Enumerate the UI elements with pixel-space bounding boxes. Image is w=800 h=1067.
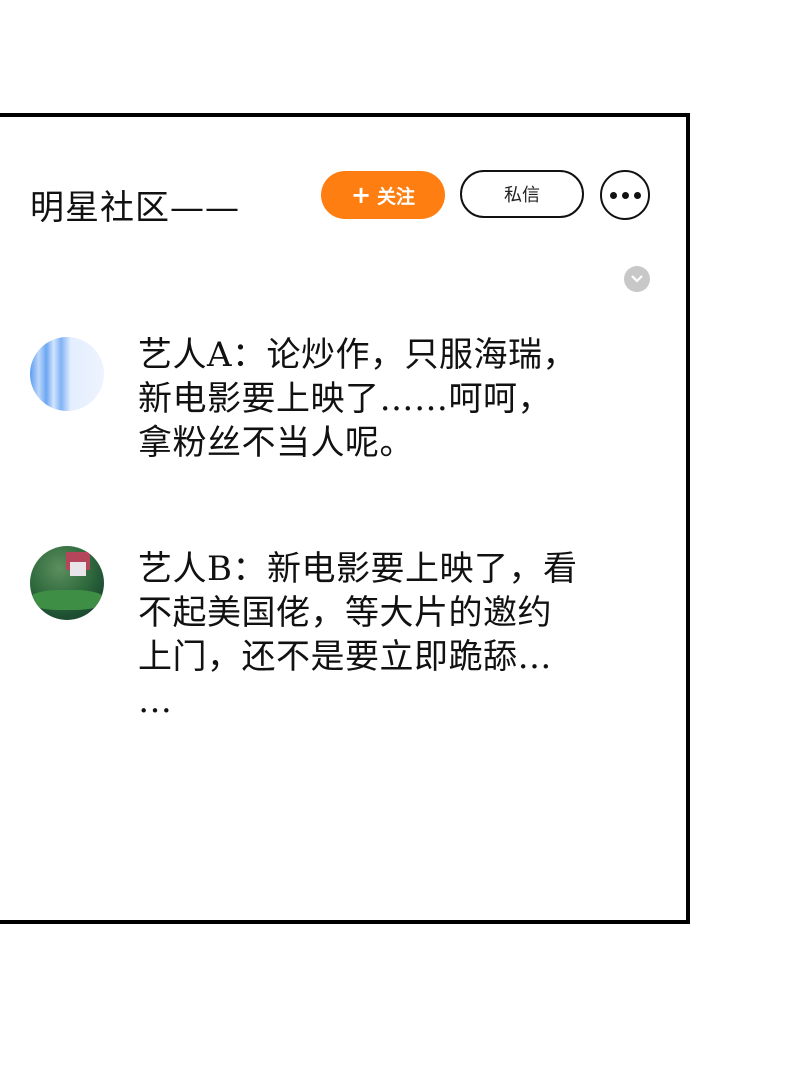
follow-button[interactable]: + 关注 [321,171,445,219]
chevron-down-icon[interactable] [624,266,650,292]
avatar[interactable] [30,546,104,620]
more-dots-icon[interactable] [600,170,650,220]
post-line: 艺人A：论炒作，只服海瑞， [138,335,578,375]
plus-icon: + [350,181,372,209]
message-button[interactable]: 私信 [460,170,584,218]
avatar-wall [70,562,86,576]
dot [609,191,617,199]
post-line: 不起美国佬，等大片的邀约 [138,593,552,633]
message-label: 私信 [504,185,540,206]
post-text: 艺人B：新电影要上映了，看 不起美国佬，等大片的邀约 上门，还不是要立即跪舔… … [138,547,618,723]
dot [621,191,629,199]
follow-label: 关注 [377,185,416,208]
post-line: 上门，还不是要立即跪舔… [138,637,552,677]
post-line: 拿粉丝不当人呢。 [138,423,414,463]
dot [633,191,641,199]
community-panel [0,113,690,924]
post-text: 艺人A：论炒作，只服海瑞， 新电影要上映了……呵呵， 拿粉丝不当人呢。 [138,333,618,465]
avatar[interactable] [30,337,104,411]
post-line: 艺人B：新电影要上映了，看 [138,549,578,589]
post-line: 新电影要上映了……呵呵， [138,379,552,419]
avatar-leaves [30,590,104,610]
page-title: 明星社区—— [30,188,240,228]
post-line: … [138,681,173,721]
